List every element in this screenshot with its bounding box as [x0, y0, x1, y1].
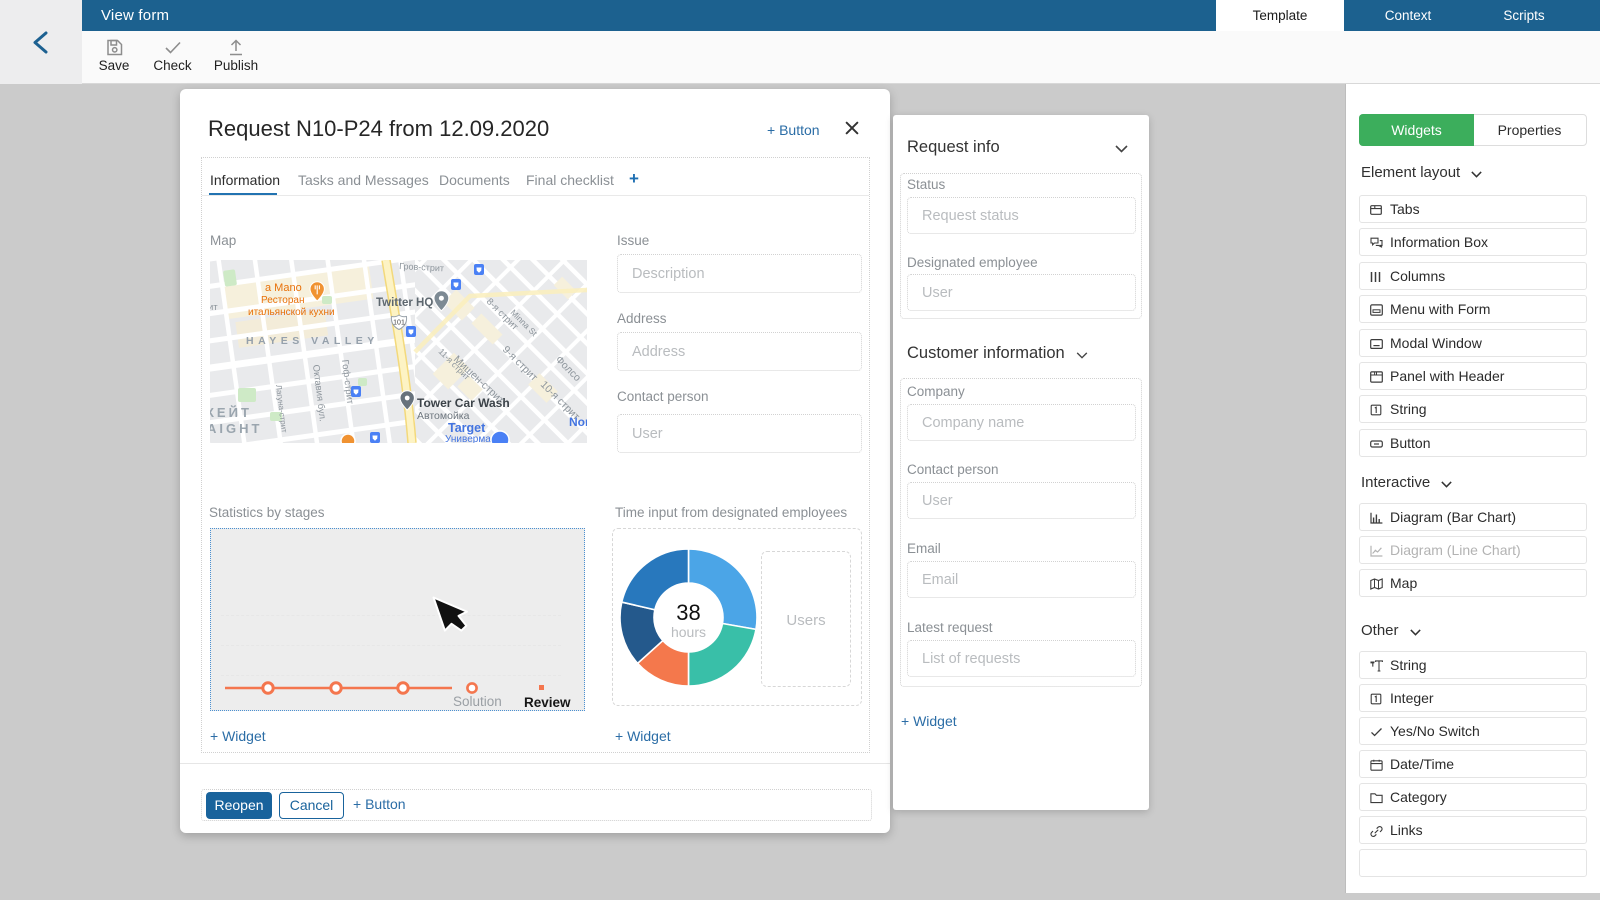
- svg-text:⛊: ⛊: [408, 330, 414, 337]
- svg-text:⛊: ⛊: [353, 390, 359, 397]
- svg-text:⛊: ⛊: [453, 283, 459, 290]
- svg-text:HAYES VALLEY: HAYES VALLEY: [246, 335, 379, 347]
- svg-text:101: 101: [393, 320, 405, 327]
- svg-text:Target: Target: [448, 421, 486, 435]
- svg-text:⛊: ⛊: [476, 268, 482, 275]
- svg-text:⛊: ⛊: [372, 436, 378, 443]
- svg-text:AIGHT: AIGHT: [210, 421, 262, 436]
- svg-text:Универмаг: Универмаг: [445, 434, 495, 443]
- svg-text:a Mano: a Mano: [265, 282, 302, 294]
- svg-text:Ресторан: Ресторан: [261, 295, 304, 306]
- svg-text:Twitter HQ: Twitter HQ: [376, 297, 433, 309]
- svg-text:КЕЙТ: КЕЙТ: [210, 405, 252, 420]
- svg-text:ит: ит: [210, 302, 218, 313]
- svg-text:итальянской кухни: итальянской кухни: [248, 307, 335, 318]
